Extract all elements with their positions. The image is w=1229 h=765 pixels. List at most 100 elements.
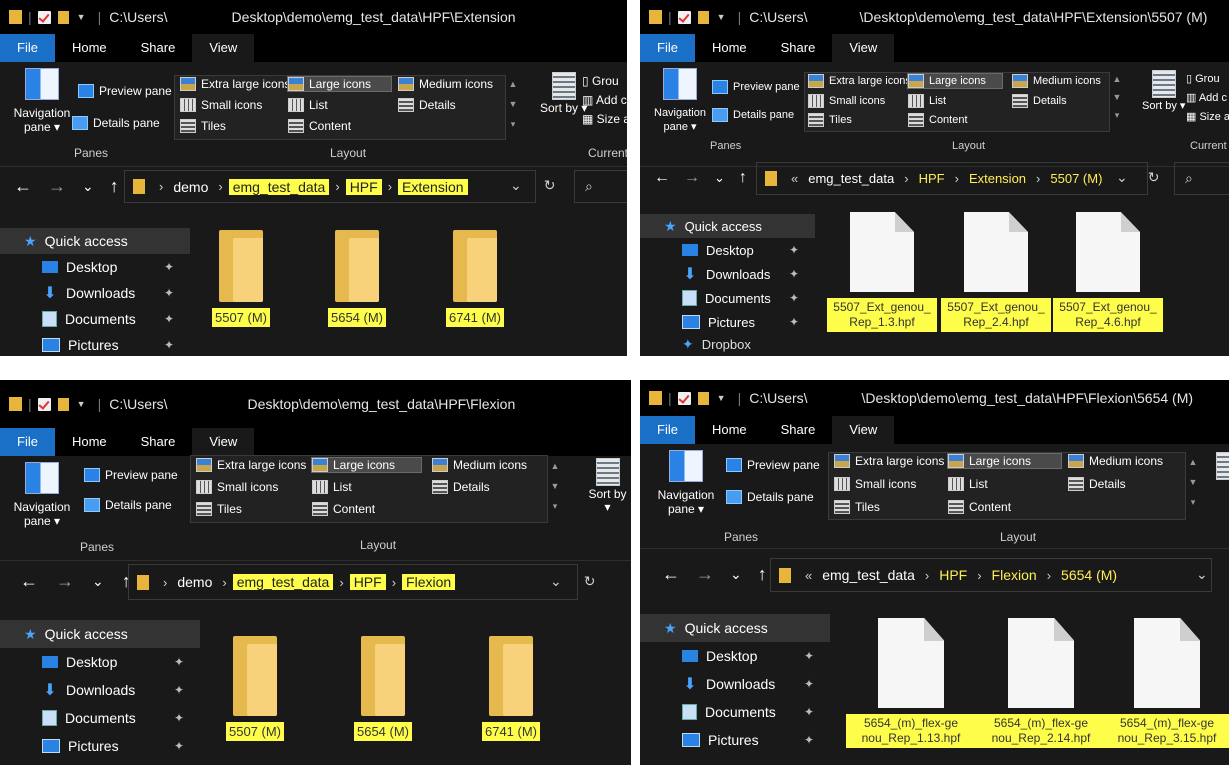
sidebar-item-desktop[interactable]: Desktop ✦ <box>0 648 200 676</box>
address-dropdown-chevron-icon[interactable]: ⌄ <box>1116 169 1128 186</box>
address-bar[interactable]: › demo › emg_test_data › HPF › Flexion <box>128 564 578 600</box>
pin-icon[interactable]: ✦ <box>164 260 174 274</box>
breadcrumb-emg-test-data[interactable]: emg_test_data <box>818 567 919 583</box>
breadcrumb-overflow[interactable]: « <box>785 171 804 186</box>
back-arrow-icon[interactable]: ← <box>654 169 670 187</box>
layout-list[interactable]: List <box>312 480 352 494</box>
breadcrumb-chevron-icon[interactable]: › <box>329 179 345 194</box>
layout-details[interactable]: Details <box>398 98 456 112</box>
pin-icon[interactable]: ✦ <box>174 655 184 669</box>
tab-file[interactable]: File <box>640 416 695 444</box>
tab-view[interactable]: View <box>192 34 255 62</box>
layout-small-icons[interactable]: Small icons <box>196 480 278 494</box>
new-folder-icon[interactable] <box>57 10 69 24</box>
breadcrumb-extension[interactable]: Extension <box>398 178 468 195</box>
sidebar-item-downloads[interactable]: ⬇ Downloads ✦ <box>0 280 190 306</box>
tab-share[interactable]: Share <box>124 428 193 456</box>
folder-item[interactable]: 6741 (M) <box>420 230 530 327</box>
breadcrumb-hpf[interactable]: HPF <box>349 574 386 590</box>
folder-item[interactable]: 5507 (M) <box>200 636 310 741</box>
layout-content[interactable]: Content <box>908 113 968 127</box>
tab-view[interactable]: View <box>832 34 895 62</box>
breadcrumb-chevron-icon[interactable]: › <box>1041 568 1057 583</box>
folder-item[interactable]: 5507 (M) <box>186 230 296 327</box>
sidebar-item-documents[interactable]: Documents ✦ <box>0 704 200 732</box>
layout-scroll-buttons[interactable]: ▲ ▼ ▾ <box>506 74 520 134</box>
pin-icon[interactable]: ✦ <box>164 312 174 326</box>
up-arrow-icon[interactable]: ↑ <box>739 169 747 187</box>
breadcrumb-overflow[interactable]: « <box>799 568 818 583</box>
pin-icon[interactable]: ✦ <box>789 315 799 329</box>
quick-access-toolbar-dropdown-icon[interactable]: ▼ <box>77 12 86 22</box>
breadcrumb-chevron-icon[interactable]: › <box>949 171 965 186</box>
layout-extra-large-icons[interactable]: Extra large icons <box>196 458 306 472</box>
recent-locations-chevron-icon[interactable]: ⌄ <box>730 566 742 583</box>
tab-file[interactable]: File <box>0 428 55 456</box>
recent-locations-chevron-icon[interactable]: ⌄ <box>82 178 94 195</box>
layout-tiles[interactable]: Tiles <box>834 500 880 514</box>
file-item[interactable]: 5654_(m)_flex-ge nou_Rep_1.13.hpf <box>846 618 976 748</box>
new-folder-icon[interactable] <box>697 10 709 24</box>
breadcrumb-chevron-icon[interactable]: › <box>386 575 402 590</box>
sidebar-item-documents[interactable]: Documents ✦ <box>0 306 190 332</box>
layout-small-icons[interactable]: Small icons <box>808 94 885 108</box>
recent-locations-chevron-icon[interactable]: ⌄ <box>92 573 104 590</box>
tab-home[interactable]: Home <box>695 34 764 62</box>
address-dropdown-chevron-icon[interactable]: ⌄ <box>550 573 562 590</box>
preview-pane-button[interactable]: Preview pane <box>726 458 820 472</box>
sort-by-button[interactable]: Sort by ▾ <box>1142 70 1185 113</box>
address-dropdown-chevron-icon[interactable]: ⌄ <box>1196 566 1208 583</box>
breadcrumb-emg-test-data[interactable]: emg_test_data <box>232 574 334 590</box>
search-box[interactable]: ⌕ <box>574 170 627 203</box>
address-bar[interactable]: « emg_test_data › HPF › Extension › 5507… <box>756 162 1148 195</box>
sort-by-button[interactable]: Sort by ▾ <box>584 458 631 514</box>
sidebar-item-downloads[interactable]: ⬇ Downloads ✦ <box>0 676 200 704</box>
sidebar-item-quick-access[interactable]: ★ Quick access <box>0 620 200 648</box>
new-folder-icon[interactable] <box>697 391 709 405</box>
layout-extra-large-icons[interactable]: Extra large icons <box>180 77 290 91</box>
breadcrumb-chevron-icon[interactable]: › <box>382 179 398 194</box>
refresh-icon[interactable]: ↻ <box>584 573 596 590</box>
breadcrumb-extension[interactable]: Extension <box>965 171 1030 186</box>
breadcrumb-hpf[interactable]: HPF <box>915 171 949 186</box>
folder-item[interactable]: 6741 (M) <box>456 636 566 741</box>
tab-share[interactable]: Share <box>764 416 833 444</box>
sidebar-item-quick-access[interactable]: ★ Quick access <box>0 228 190 254</box>
breadcrumb-chevron-icon[interactable]: › <box>919 568 935 583</box>
breadcrumb-chevron-icon[interactable]: › <box>212 179 228 194</box>
search-box[interactable]: ⌕ <box>1174 162 1229 195</box>
properties-check-icon[interactable] <box>37 10 51 24</box>
breadcrumb-chevron-icon[interactable]: › <box>333 575 349 590</box>
pin-icon[interactable]: ✦ <box>174 683 184 697</box>
quick-access-toolbar-dropdown-icon[interactable]: ▼ <box>717 12 726 22</box>
tab-view[interactable]: View <box>192 428 255 456</box>
quick-access-toolbar-dropdown-icon[interactable]: ▼ <box>717 393 726 403</box>
layout-scroll-buttons[interactable]: ▲ ▼ ▾ <box>548 456 562 516</box>
breadcrumb-emg-test-data[interactable]: emg_test_data <box>228 178 330 195</box>
forward-arrow-icon[interactable]: → <box>684 169 700 187</box>
size-columns-button[interactable]: ▦ Size a <box>1186 108 1229 127</box>
pin-icon[interactable]: ✦ <box>789 243 799 257</box>
file-item[interactable]: 5507_Ext_genou_ Rep_4.6.hpf <box>1053 212 1163 332</box>
sidebar-item-pictures[interactable]: Pictures ✦ <box>640 726 830 754</box>
layout-tiles[interactable]: Tiles <box>196 502 242 516</box>
tab-share[interactable]: Share <box>764 34 833 62</box>
address-bar[interactable]: › demo › emg_test_data › HPF › Extension <box>124 170 536 203</box>
back-arrow-icon[interactable]: ← <box>20 571 38 592</box>
layout-large-icons[interactable]: Large icons <box>286 76 393 92</box>
layout-large-icons[interactable]: Large icons <box>946 453 1063 469</box>
preview-pane-button[interactable]: Preview pane <box>78 84 172 98</box>
navigation-pane-button[interactable]: Navigation pane ▾ <box>648 68 712 134</box>
back-arrow-icon[interactable]: ← <box>14 176 32 197</box>
tab-file[interactable]: File <box>640 34 695 62</box>
tab-home[interactable]: Home <box>695 416 764 444</box>
breadcrumb-demo[interactable]: demo <box>169 179 212 195</box>
sidebar-item-desktop[interactable]: Desktop ✦ <box>640 238 815 262</box>
sidebar-item-downloads[interactable]: ⬇ Downloads ✦ <box>640 262 815 286</box>
breadcrumb-chevron-icon[interactable]: › <box>971 568 987 583</box>
breadcrumb-5654[interactable]: 5654 (M) <box>1057 567 1121 583</box>
pin-icon[interactable]: ✦ <box>164 338 174 352</box>
pin-icon[interactable]: ✦ <box>804 733 814 747</box>
navigation-pane-button[interactable]: Navigation pane ▾ <box>10 462 74 528</box>
pin-icon[interactable]: ✦ <box>164 286 174 300</box>
